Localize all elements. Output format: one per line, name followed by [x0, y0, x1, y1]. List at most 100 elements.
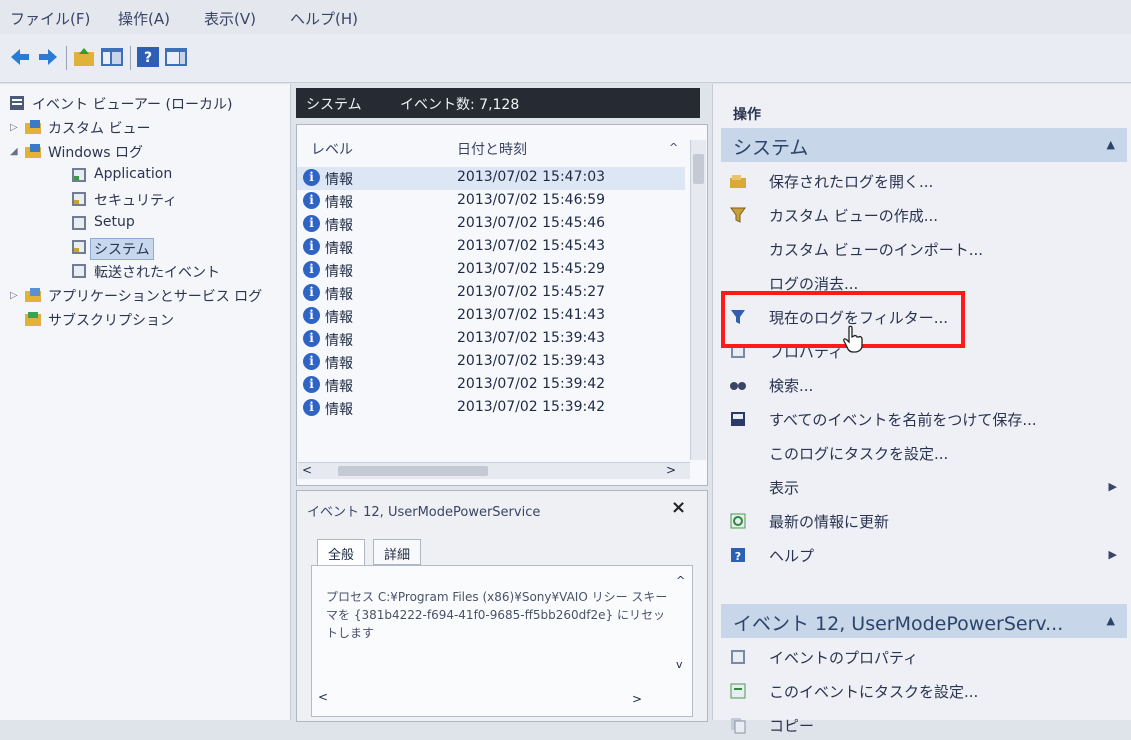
table-row[interactable]: i 情報 2013/07/02 15:47:03: [297, 167, 685, 190]
submenu-arrow-icon: ▶: [1108, 548, 1117, 561]
event-list: レベル 日付と時刻 ^ i 情報 2013/07/02 15:47:03 i 情報 201…: [296, 124, 708, 486]
scroll-up-icon[interactable]: ^: [676, 574, 685, 587]
scroll-down-icon[interactable]: v: [676, 658, 683, 671]
info-icon: i: [303, 261, 320, 278]
tree-label: セキュリティ: [94, 193, 178, 209]
cell-level: 情報: [325, 241, 353, 257]
hand-cursor-icon: [842, 325, 864, 357]
table-row[interactable]: i 情報 2013/07/02 15:45:43: [297, 236, 685, 259]
menu-help[interactable]: ヘルプ(H): [290, 8, 358, 29]
action-pane-title: 操作: [733, 107, 761, 123]
sort-up-icon[interactable]: ^: [669, 141, 678, 154]
scroll-left-icon[interactable]: <: [318, 690, 328, 704]
tree-label: アプリケーションとサービス ログ: [48, 289, 263, 305]
scroll-thumb[interactable]: [338, 466, 488, 476]
column-header-datetime[interactable]: 日付と時刻: [457, 139, 527, 159]
section-event[interactable]: イベント 12, UserModePowerServ... ▲: [721, 604, 1127, 638]
cell-datetime: 2013/07/02 15:41:43: [457, 307, 606, 323]
scroll-left-icon[interactable]: <: [302, 463, 312, 477]
collapse-icon[interactable]: ◢: [10, 146, 18, 157]
toolbar: ?: [0, 34, 1131, 83]
action-import-custom-view[interactable]: カスタム ビューのインポート...: [723, 234, 1123, 264]
expand-icon[interactable]: ▷: [10, 290, 18, 301]
cell-datetime: 2013/07/02 15:47:03: [457, 169, 606, 185]
cell-level: 情報: [325, 172, 353, 188]
action-find[interactable]: 検索...: [723, 370, 1123, 400]
cell-datetime: 2013/07/02 15:39:43: [457, 330, 606, 346]
log-icon: [70, 214, 88, 232]
show-hide-tree-icon[interactable]: [100, 46, 124, 68]
help-icon[interactable]: ?: [136, 46, 160, 68]
action-label: 表示: [769, 479, 800, 497]
action-open-saved-log[interactable]: 保存されたログを開く...: [723, 166, 1123, 196]
action-attach-task-to-event[interactable]: このイベントにタスクを設定...: [723, 676, 1123, 706]
folder-up-icon[interactable]: [72, 46, 96, 68]
action-label: すべてのイベントを名前をつけて保存...: [769, 411, 1037, 429]
cell-level: 情報: [325, 379, 353, 395]
toolbar-separator: [130, 46, 131, 70]
action-label: 検索...: [769, 377, 814, 395]
open-log-icon: [729, 172, 747, 190]
cell-datetime: 2013/07/02 15:39:42: [457, 376, 606, 392]
cell-datetime: 2013/07/02 15:45:43: [457, 238, 606, 254]
action-view[interactable]: 表示 ▶: [723, 472, 1123, 502]
menu-action[interactable]: 操作(A): [118, 8, 170, 29]
folder-icon: [24, 118, 42, 136]
event-count: イベント数: 7,128: [400, 97, 520, 113]
cell-level: 情報: [325, 333, 353, 349]
cell-datetime: 2013/07/02 15:45:46: [457, 215, 606, 231]
close-icon[interactable]: ×: [671, 497, 686, 518]
table-row[interactable]: i 情報 2013/07/02 15:45:46: [297, 213, 685, 236]
table-row[interactable]: i 情報 2013/07/02 15:45:27: [297, 282, 685, 305]
table-row[interactable]: i 情報 2013/07/02 15:46:59: [297, 190, 685, 213]
action-help[interactable]: ? ヘルプ ▶: [723, 540, 1123, 570]
table-row[interactable]: i 情報 2013/07/02 15:39:42: [297, 397, 685, 420]
action-create-custom-view[interactable]: カスタム ビューの作成...: [723, 200, 1123, 230]
action-save-all-events-as[interactable]: すべてのイベントを名前をつけて保存...: [723, 404, 1123, 434]
menu-file[interactable]: ファイル(F): [10, 8, 90, 29]
action-refresh[interactable]: 最新の情報に更新: [723, 506, 1123, 536]
expand-icon[interactable]: ▷: [10, 122, 18, 133]
tree-label: カスタム ビュー: [48, 121, 151, 137]
menu-view[interactable]: 表示(V): [204, 8, 256, 29]
back-arrow-icon[interactable]: [8, 46, 32, 68]
section-system[interactable]: システム ▲: [721, 128, 1127, 162]
tab-details[interactable]: 詳細: [373, 539, 422, 565]
info-icon: i: [303, 284, 320, 301]
table-row[interactable]: i 情報 2013/07/02 15:41:43: [297, 305, 685, 328]
scroll-right-icon[interactable]: >: [666, 463, 676, 477]
table-row[interactable]: i 情報 2013/07/02 15:39:42: [297, 374, 685, 397]
vertical-scrollbar[interactable]: [690, 140, 706, 460]
tab-general[interactable]: 全般: [317, 539, 366, 565]
table-row[interactable]: i 情報 2013/07/02 15:45:29: [297, 259, 685, 282]
event-viewer-icon: [8, 94, 26, 112]
action-label: イベントのプロパティ: [769, 649, 919, 667]
submenu-arrow-icon: ▶: [1108, 480, 1117, 493]
log-icon: [70, 190, 88, 208]
forward-arrow-icon[interactable]: [36, 46, 60, 68]
scroll-right-icon[interactable]: >: [632, 692, 642, 706]
save-icon: [729, 410, 747, 428]
collapse-up-icon[interactable]: ▲: [1107, 138, 1115, 151]
table-row[interactable]: i 情報 2013/07/02 15:39:43: [297, 328, 685, 351]
folder-icon: [24, 286, 42, 304]
collapse-up-icon[interactable]: ▲: [1107, 614, 1115, 627]
refresh-icon: [729, 512, 747, 530]
action-label: このイベントにタスクを設定...: [769, 683, 979, 701]
event-properties-icon: [729, 648, 747, 666]
action-event-properties[interactable]: イベントのプロパティ: [723, 642, 1123, 672]
horizontal-scrollbar[interactable]: < >: [298, 462, 690, 479]
tree-label: サブスクリプション: [48, 313, 174, 329]
action-attach-task-to-log[interactable]: このログにタスクを設定...: [723, 438, 1123, 468]
cell-datetime: 2013/07/02 15:39:42: [457, 399, 606, 415]
scroll-thumb[interactable]: [693, 154, 704, 184]
column-header-level[interactable]: レベル: [311, 139, 353, 159]
detail-title: イベント 12, UserModePowerService: [307, 505, 541, 520]
action-label: 保存されたログを開く...: [769, 173, 934, 191]
subscription-icon: [24, 310, 42, 328]
log-header: システム イベント数: 7,128: [296, 88, 700, 118]
show-hide-action-pane-icon[interactable]: [164, 46, 188, 68]
tree-label: Setup: [94, 214, 135, 230]
table-row[interactable]: i 情報 2013/07/02 15:39:43: [297, 351, 685, 374]
action-copy[interactable]: コピー: [723, 710, 1123, 740]
